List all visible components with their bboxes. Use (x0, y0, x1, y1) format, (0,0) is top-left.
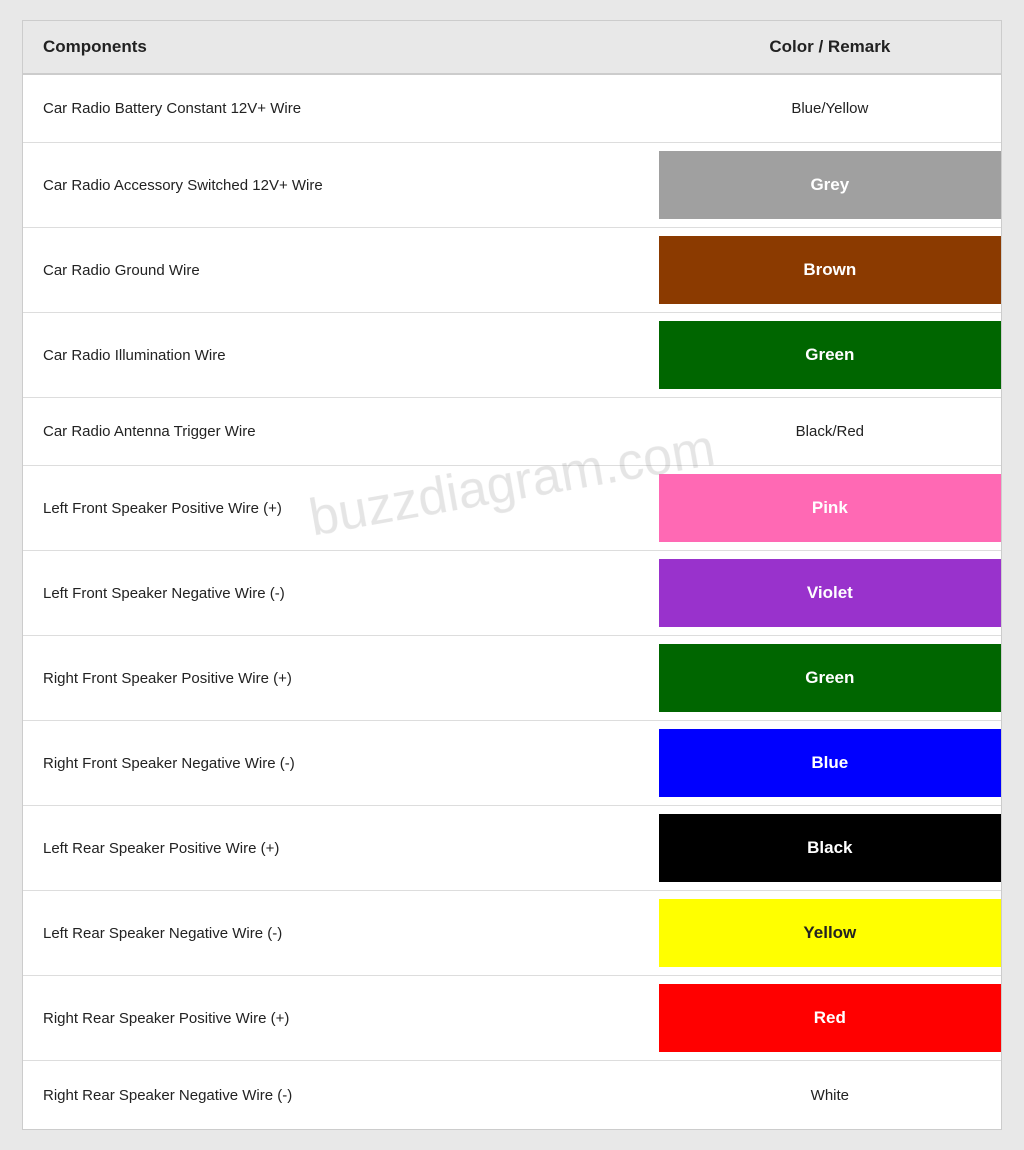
row-component-label: Right Rear Speaker Positive Wire (+) (23, 976, 659, 1060)
row-color-cell: Green (659, 313, 1001, 397)
row-color-cell: White (659, 1061, 1001, 1129)
table-header: Components Color / Remark (23, 21, 1001, 75)
row-component-label: Car Radio Ground Wire (23, 228, 659, 312)
table-row: Car Radio Ground WireBrown (23, 228, 1001, 313)
row-component-label: Right Rear Speaker Negative Wire (-) (23, 1061, 659, 1129)
color-swatch: Green (659, 321, 1001, 389)
row-component-label: Car Radio Battery Constant 12V+ Wire (23, 75, 659, 142)
table-row: Right Front Speaker Positive Wire (+)Gre… (23, 636, 1001, 721)
row-color-cell: Brown (659, 228, 1001, 312)
row-color-cell: Green (659, 636, 1001, 720)
table-row: Right Front Speaker Negative Wire (-)Blu… (23, 721, 1001, 806)
row-color-cell: Pink (659, 466, 1001, 550)
row-component-label: Right Front Speaker Positive Wire (+) (23, 636, 659, 720)
wiring-table: buzzdiagram.com Components Color / Remar… (22, 20, 1002, 1130)
color-swatch: Blue (659, 729, 1001, 797)
row-component-label: Car Radio Illumination Wire (23, 313, 659, 397)
color-swatch: Red (659, 984, 1001, 1052)
table-row: Car Radio Illumination WireGreen (23, 313, 1001, 398)
table-row: Car Radio Battery Constant 12V+ WireBlue… (23, 75, 1001, 143)
row-component-label: Car Radio Antenna Trigger Wire (23, 398, 659, 465)
row-component-label: Left Front Speaker Negative Wire (-) (23, 551, 659, 635)
row-color-cell: Violet (659, 551, 1001, 635)
table-row: Left Rear Speaker Positive Wire (+)Black (23, 806, 1001, 891)
row-component-label: Car Radio Accessory Switched 12V+ Wire (23, 143, 659, 227)
row-component-label: Left Rear Speaker Negative Wire (-) (23, 891, 659, 975)
table-row: Right Rear Speaker Positive Wire (+)Red (23, 976, 1001, 1061)
color-swatch: Violet (659, 559, 1001, 627)
row-color-cell: Black (659, 806, 1001, 890)
row-color-cell: Blue (659, 721, 1001, 805)
table-row: Left Front Speaker Negative Wire (-)Viol… (23, 551, 1001, 636)
row-color-cell: Yellow (659, 891, 1001, 975)
row-color-cell: Blue/Yellow (659, 75, 1001, 142)
color-swatch: Grey (659, 151, 1001, 219)
row-component-label: Left Front Speaker Positive Wire (+) (23, 466, 659, 550)
row-component-label: Left Rear Speaker Positive Wire (+) (23, 806, 659, 890)
table-row: Left Rear Speaker Negative Wire (-)Yello… (23, 891, 1001, 976)
table-row: Car Radio Accessory Switched 12V+ WireGr… (23, 143, 1001, 228)
row-color-cell: Black/Red (659, 398, 1001, 465)
row-color-cell: Grey (659, 143, 1001, 227)
table-body: Car Radio Battery Constant 12V+ WireBlue… (23, 75, 1001, 1129)
color-swatch: Brown (659, 236, 1001, 304)
header-components: Components (23, 21, 659, 73)
table-row: Left Front Speaker Positive Wire (+)Pink (23, 466, 1001, 551)
color-swatch: Black (659, 814, 1001, 882)
row-component-label: Right Front Speaker Negative Wire (-) (23, 721, 659, 805)
color-swatch: Green (659, 644, 1001, 712)
header-color: Color / Remark (659, 21, 1001, 73)
color-swatch: Yellow (659, 899, 1001, 967)
color-swatch: Pink (659, 474, 1001, 542)
row-color-cell: Red (659, 976, 1001, 1060)
table-row: Car Radio Antenna Trigger WireBlack/Red (23, 398, 1001, 466)
table-row: Right Rear Speaker Negative Wire (-)Whit… (23, 1061, 1001, 1129)
